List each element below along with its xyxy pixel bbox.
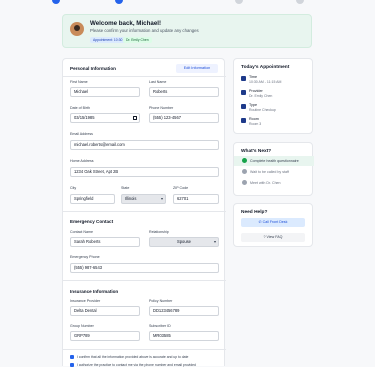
dob-value: 03/15/1985: [74, 115, 95, 120]
provider-label: Provider: [249, 89, 263, 93]
insurance-provider-field[interactable]: Delta Dental: [70, 306, 140, 316]
subscriber-label: Subscriber ID: [149, 324, 171, 328]
whats-next-card: What's Next? Complete health questionnai…: [233, 142, 314, 196]
provider-label: Insurance Provider: [70, 299, 101, 303]
time-value: 10:30 AM - 11:15 AM: [249, 80, 282, 84]
room-value: Room 3: [249, 122, 262, 126]
step-indicator: [235, 0, 243, 4]
phone-field[interactable]: (555) 123-4567: [149, 113, 219, 123]
welcome-banner: Welcome back, Michael! Please confirm yo…: [62, 14, 312, 48]
type-label: Type: [249, 103, 257, 107]
first-name-field[interactable]: Michael: [70, 87, 140, 97]
state-label: State: [121, 186, 130, 190]
emergency-phone-label: Emergency Phone: [70, 255, 100, 259]
relationship-select[interactable]: Spouse ▾: [149, 237, 219, 247]
divider: [63, 76, 226, 77]
step-2-icon: [242, 169, 247, 174]
type-value: Routine Checkup: [249, 108, 276, 112]
policy-label: Policy Number: [149, 299, 173, 303]
first-name-label: First Name: [70, 80, 88, 84]
provider-value: Dr. Emily Chen: [249, 94, 273, 98]
contact-name-label: Contact Name: [70, 230, 93, 234]
confirm-accuracy-label: I confirm that all the information provi…: [77, 355, 189, 359]
group-number-field[interactable]: GRP789: [70, 331, 140, 341]
avatar: [70, 22, 84, 36]
relationship-label: Relationship: [149, 230, 169, 234]
zip-field[interactable]: 62701: [173, 194, 219, 204]
authorize-contact-checkbox[interactable]: [70, 363, 74, 367]
contact-name-field[interactable]: Sarah Roberts: [70, 237, 140, 247]
step-1-icon: [242, 158, 247, 163]
divider: [63, 280, 226, 281]
doctor-badge: Dr. Emily Chen: [123, 37, 152, 43]
confirm-accuracy-checkbox[interactable]: [70, 355, 74, 359]
relationship-value: Spouse: [177, 239, 191, 244]
faq-label: View FAQ: [266, 235, 283, 239]
email-label: Email Address: [70, 132, 93, 136]
divider: [63, 349, 226, 350]
step-indicator: [52, 0, 60, 4]
call-label: Call Front Desk: [262, 220, 288, 224]
edit-information-button[interactable]: Edit Information: [176, 64, 218, 73]
step-1-label: Complete health questionnaire: [250, 159, 299, 163]
state-select[interactable]: Illinois ▾: [121, 194, 166, 204]
last-name-field[interactable]: Roberts: [149, 87, 219, 97]
city-label: City: [70, 186, 77, 190]
email-field[interactable]: michael.roberts@email.com: [70, 140, 219, 150]
emergency-phone-field[interactable]: (555) 987-6543: [70, 263, 219, 273]
dob-field[interactable]: 03/15/1985: [70, 113, 140, 123]
need-help-title: Need Help?: [241, 210, 268, 215]
check-in-form: Personal Information Edit Information Fi…: [62, 58, 226, 367]
state-value: Illinois: [125, 196, 137, 201]
authorize-contact-label: I authorize the practice to contact me v…: [77, 363, 196, 367]
policy-number-field[interactable]: DD123456789: [149, 306, 219, 316]
subscriber-id-field[interactable]: MR03585: [149, 331, 219, 341]
last-name-label: Last Name: [149, 80, 167, 84]
insurance-title: Insurance Information: [70, 289, 119, 294]
step-3-icon: [242, 180, 247, 185]
phone-label: Phone Number: [149, 106, 174, 110]
address-field[interactable]: 1234 Oak Street, Apt 2B: [70, 167, 219, 177]
progress-steps: [0, 0, 375, 6]
calendar-icon[interactable]: [133, 116, 137, 120]
time-label: Time: [249, 75, 258, 79]
step-2-label: Wait to be called by staff: [250, 170, 289, 174]
welcome-title: Welcome back, Michael!: [90, 20, 162, 27]
step-indicator: [296, 0, 304, 4]
whats-next-title: What's Next?: [241, 149, 272, 154]
todays-appointment-card: Today's Appointment Time 10:30 AM - 11:1…: [233, 58, 313, 134]
emergency-title: Emergency Contact: [70, 219, 114, 224]
chevron-down-icon: ▾: [160, 196, 163, 201]
zip-label: ZIP Code: [173, 186, 189, 190]
personal-info-title: Personal Information: [70, 66, 116, 71]
room-label: Room: [249, 117, 259, 121]
dob-label: Date of Birth: [70, 106, 90, 110]
step-indicator: [115, 0, 123, 4]
divider: [63, 211, 226, 212]
chevron-down-icon: ▾: [213, 239, 216, 244]
clock-icon: [241, 76, 246, 81]
need-help-card: Need Help? ✆ Call Front Desk ? View FAQ: [233, 203, 313, 247]
group-label: Group Number: [70, 324, 94, 328]
view-faq-button[interactable]: ? View FAQ: [241, 233, 305, 242]
call-front-desk-button[interactable]: ✆ Call Front Desk: [241, 218, 305, 227]
step-3-label: Meet with Dr. Chen: [250, 181, 281, 185]
user-icon: [241, 90, 246, 95]
appointment-title: Today's Appointment: [241, 65, 290, 70]
location-icon: [241, 118, 246, 123]
address-label: Home Address: [70, 159, 94, 163]
city-field[interactable]: Springfield: [70, 194, 115, 204]
welcome-subtitle: Please confirm your information and upda…: [90, 28, 199, 33]
clipboard-icon: [241, 104, 246, 109]
